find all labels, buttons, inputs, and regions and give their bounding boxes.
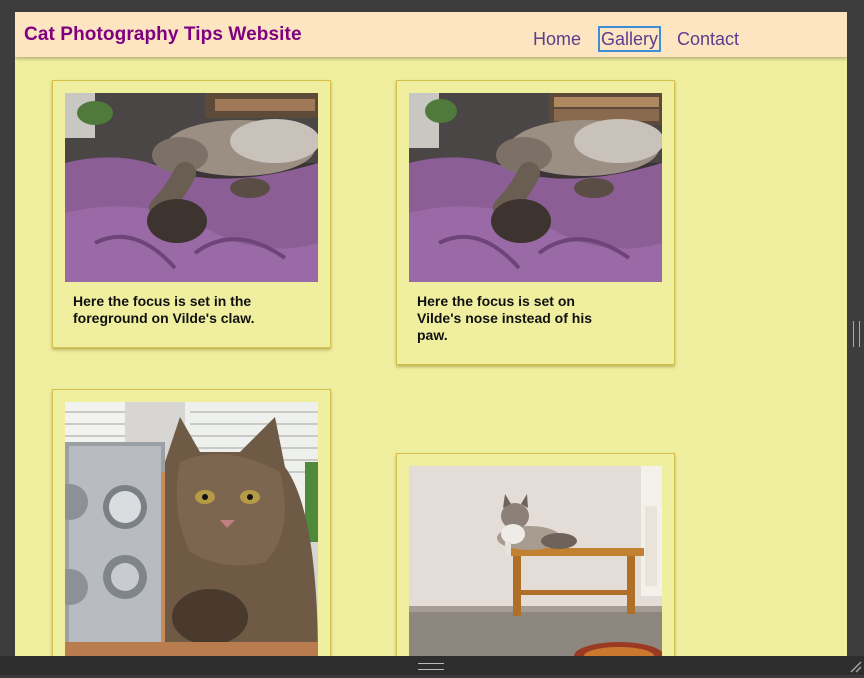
gallery-card: Here the focus is set on Vilde's nose in… bbox=[396, 80, 675, 365]
cat-on-bench-photo bbox=[409, 466, 662, 656]
right-resize-handle[interactable] bbox=[853, 321, 860, 347]
site-title: Cat Photography Tips Website bbox=[24, 24, 302, 45]
gallery-card bbox=[52, 389, 331, 656]
sleeping-cat-photo bbox=[65, 93, 318, 282]
site-header: Cat Photography Tips Website Home Galler… bbox=[15, 12, 847, 57]
window-left-frame bbox=[0, 12, 15, 656]
nav-link-home[interactable]: Home bbox=[533, 28, 581, 50]
resize-corner-icon[interactable] bbox=[848, 659, 862, 673]
gallery-card: Here the focus is set in the foreground … bbox=[52, 80, 331, 348]
tabby-cat-photo bbox=[65, 402, 318, 656]
photo-caption: Here the focus is set in the foreground … bbox=[73, 293, 255, 326]
gallery-card bbox=[396, 453, 675, 656]
window-top-frame bbox=[0, 0, 864, 12]
nav-link-contact[interactable]: Contact bbox=[677, 28, 739, 50]
page-viewport: Cat Photography Tips Website Home Galler… bbox=[15, 12, 847, 656]
bottom-resize-handle[interactable] bbox=[418, 663, 444, 670]
photo-caption: Here the focus is set on Vilde's nose in… bbox=[417, 293, 593, 343]
sleeping-cat-photo bbox=[409, 93, 662, 282]
nav-link-gallery[interactable]: Gallery bbox=[597, 26, 662, 52]
